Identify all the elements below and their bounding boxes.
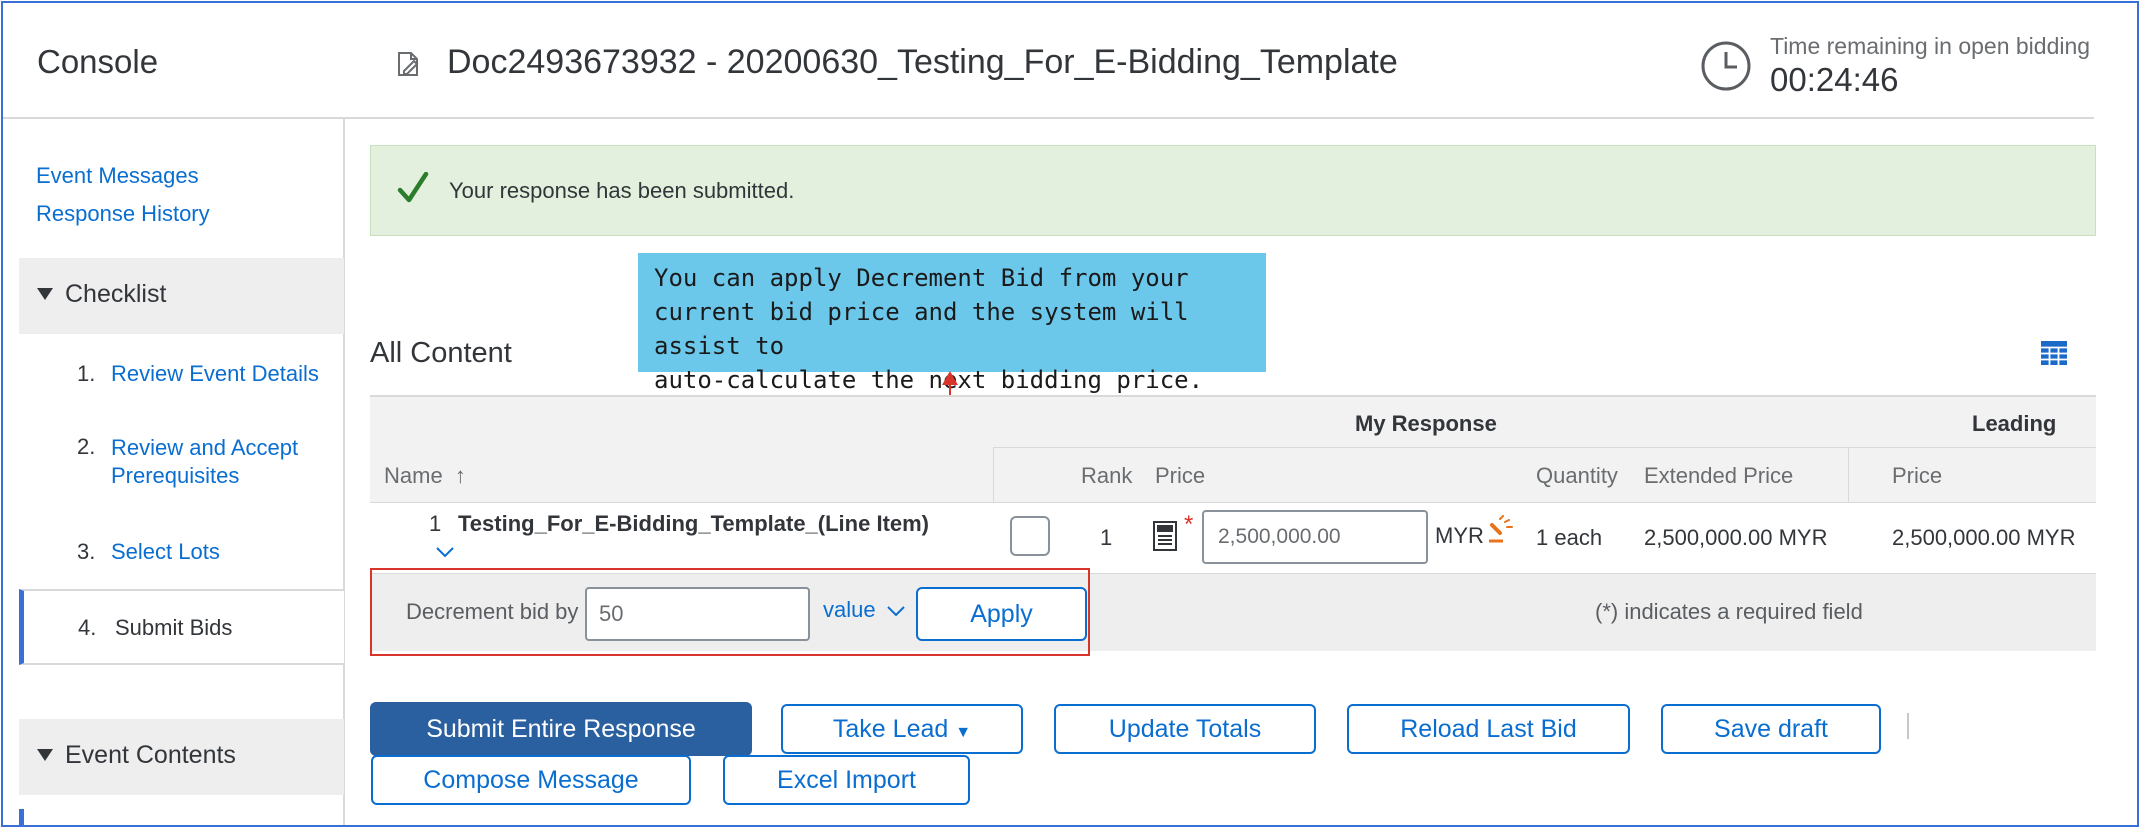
column-header-name[interactable]: Name ↑ bbox=[384, 463, 466, 489]
step-label-line2: Prerequisites bbox=[111, 463, 240, 488]
save-draft-button[interactable]: Save draft bbox=[1661, 704, 1881, 754]
event-messages-link[interactable]: Event Messages bbox=[36, 163, 199, 189]
checklist-step-review-accept-prerequisites[interactable]: 2. Review and Accept Prerequisites bbox=[77, 434, 298, 490]
step-label: Submit Bids bbox=[115, 615, 233, 640]
collapse-triangle-icon bbox=[37, 749, 53, 761]
time-remaining-value: 00:24:46 bbox=[1770, 61, 1899, 98]
document-edit-icon bbox=[398, 52, 419, 76]
row-select-checkbox[interactable] bbox=[1010, 516, 1050, 556]
checklist-section-header[interactable]: Checklist bbox=[19, 258, 344, 334]
leading-group-header: Leading bbox=[1972, 411, 2057, 436]
callout-arrow-head bbox=[942, 371, 958, 385]
sort-ascending-icon: ↑ bbox=[454, 463, 466, 488]
step-number: 3. bbox=[77, 539, 96, 564]
step-number: 1. bbox=[77, 361, 96, 386]
column-header-quantity[interactable]: Quantity bbox=[1536, 463, 1618, 489]
row-rank: 1 bbox=[1100, 525, 1113, 550]
row-extended-price: 2,500,000.00 MYR bbox=[1644, 525, 1828, 550]
step-label[interactable]: Review Event Details bbox=[111, 361, 319, 386]
table-view-icon[interactable] bbox=[2041, 341, 2067, 365]
response-history-link[interactable]: Response History bbox=[36, 201, 210, 227]
my-response-group-header: My Response bbox=[1355, 411, 1497, 436]
price-input[interactable]: 2,500,000.00 bbox=[1202, 510, 1428, 564]
column-header-price[interactable]: Price bbox=[1155, 463, 1205, 489]
row-index: 1 bbox=[429, 511, 442, 536]
step-label-line1: Review and Accept bbox=[111, 435, 299, 460]
required-asterisk: * bbox=[1184, 511, 1194, 538]
event-contents-title: Event Contents bbox=[65, 741, 236, 769]
column-header-leading-price[interactable]: Price bbox=[1892, 463, 1942, 489]
submit-entire-response-button[interactable]: Submit Entire Response bbox=[370, 702, 752, 756]
compose-message-button[interactable]: Compose Message bbox=[371, 755, 691, 805]
caret-down-icon: ▼ bbox=[955, 724, 972, 741]
callout-line-1: You can apply Decrement Bid from your bbox=[654, 264, 1189, 292]
app-window: Console Doc2493673932 - 20200630_Testing… bbox=[1, 1, 2139, 827]
step-number: 4. bbox=[78, 615, 97, 640]
console-title: Console bbox=[37, 43, 159, 80]
all-content-title: All Content bbox=[370, 337, 512, 369]
row-item-name: Testing_For_E-Bidding_Template_(Line Ite… bbox=[458, 511, 930, 536]
table-header bbox=[370, 395, 2096, 503]
column-header-name-label: Name bbox=[384, 463, 443, 488]
clock-icon bbox=[1701, 41, 1751, 91]
row-leading-price: 2,500,000.00 MYR bbox=[1892, 525, 2076, 550]
column-header-extended-price[interactable]: Extended Price bbox=[1644, 463, 1793, 489]
decrement-bid-callout: You can apply Decrement Bid from your cu… bbox=[638, 253, 1266, 394]
collapse-triangle-icon bbox=[37, 288, 53, 300]
take-lead-label: Take Lead bbox=[832, 715, 949, 743]
step-number: 2. bbox=[77, 434, 96, 459]
header-sub-divider bbox=[993, 447, 2096, 448]
update-totals-button[interactable]: Update Totals bbox=[1054, 704, 1316, 754]
active-indicator bbox=[19, 809, 24, 825]
step-label[interactable]: Review and Accept Prerequisites bbox=[111, 434, 298, 490]
event-contents-section-header[interactable]: Event Contents bbox=[19, 719, 344, 795]
take-lead-button[interactable]: Take Lead ▼ bbox=[781, 704, 1023, 754]
document-title: Doc2493673932 - 20200630_Testing_For_E-B… bbox=[447, 43, 1398, 81]
decrement-highlight-box bbox=[370, 568, 1090, 656]
price-currency: MYR bbox=[1435, 523, 1484, 548]
excel-import-button[interactable]: Excel Import bbox=[723, 755, 970, 805]
time-remaining-label: Time remaining in open bidding bbox=[1770, 33, 2091, 59]
row-quantity: 1 each bbox=[1536, 525, 1603, 550]
checklist-title: Checklist bbox=[65, 280, 167, 308]
auction-gavel-icon bbox=[1489, 515, 1513, 543]
checklist-step-review-event-details[interactable]: 1. Review Event Details bbox=[77, 361, 319, 387]
price-details-icon[interactable] bbox=[1153, 521, 1177, 551]
column-header-rank[interactable]: Rank bbox=[1081, 463, 1132, 489]
reload-last-bid-button[interactable]: Reload Last Bid bbox=[1347, 704, 1630, 754]
chevron-down-icon[interactable] bbox=[435, 546, 455, 558]
success-message-text: Your response has been submitted. bbox=[449, 178, 795, 203]
checkmark-icon bbox=[397, 172, 429, 203]
checklist-step-submit-bids[interactable]: 4. Submit Bids bbox=[19, 589, 344, 665]
success-message-banner: Your response has been submitted. bbox=[370, 145, 2096, 236]
required-field-note: (*) indicates a required field bbox=[1595, 599, 1863, 624]
header-divider bbox=[3, 117, 2094, 119]
checklist-step-select-lots[interactable]: 3. Select Lots bbox=[77, 539, 220, 565]
toolbar-separator bbox=[1907, 713, 1909, 739]
step-label[interactable]: Select Lots bbox=[111, 539, 220, 564]
callout-line-2: current bid price and the system will as… bbox=[654, 298, 1189, 360]
